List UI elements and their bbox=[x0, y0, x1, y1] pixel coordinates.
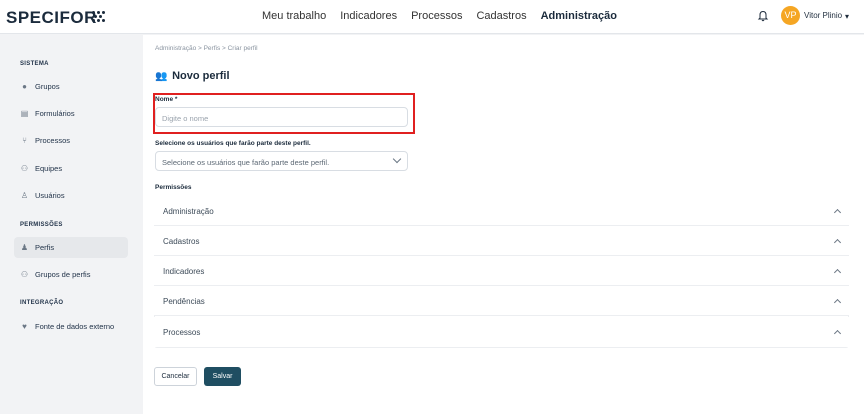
chevron-up-icon[interactable] bbox=[833, 298, 842, 307]
sidebar-section-permissoes: PERMISSÕES bbox=[20, 222, 63, 228]
sidebar-item-equipes[interactable]: ⚇ Equipes bbox=[14, 158, 128, 179]
users-select-placeholder: Selecione os usuários que farão parte de… bbox=[162, 158, 330, 167]
sidebar-item-label: Processos bbox=[35, 136, 71, 145]
name-label: Nome * bbox=[155, 96, 178, 103]
sidebar-item-label: Grupos de perfis bbox=[35, 270, 91, 279]
name-input[interactable]: Digite o nome bbox=[155, 107, 408, 127]
users-label: Selecione os usuários que farão parte de… bbox=[155, 140, 311, 147]
sidebar-item-usuarios[interactable]: ♙ Usuários bbox=[14, 185, 128, 206]
user-name[interactable]: Vitor Plinio bbox=[804, 11, 842, 20]
profiles-group-icon: ⚇ bbox=[20, 270, 29, 279]
nav-administracao[interactable]: Administração bbox=[541, 10, 617, 22]
nav-processos[interactable]: Processos bbox=[411, 10, 462, 22]
permissions-label: Permissões bbox=[155, 184, 192, 191]
nav-indicadores[interactable]: Indicadores bbox=[340, 10, 397, 22]
sidebar-item-label: Formulários bbox=[35, 109, 75, 118]
main-nav: Meu trabalho Indicadores Processos Cadas… bbox=[262, 10, 617, 22]
chevron-up-icon[interactable] bbox=[833, 329, 842, 338]
chevron-down-icon bbox=[392, 154, 402, 164]
chevron-up-icon[interactable] bbox=[833, 208, 842, 217]
sidebar-item-grupos-de-perfis[interactable]: ⚇ Grupos de perfis bbox=[14, 264, 128, 285]
flow-icon: ⑂ bbox=[22, 136, 27, 145]
accordion-item-administracao[interactable]: Administração bbox=[154, 196, 849, 226]
users-select[interactable]: Selecione os usuários que farão parte de… bbox=[155, 151, 408, 171]
sidebar-item-perfis[interactable]: ♟ Perfis bbox=[14, 237, 128, 258]
sidebar-item-label: Fonte de dados externo bbox=[35, 322, 115, 331]
accordion-item-label: Processos bbox=[163, 328, 201, 337]
sidebar: SISTEMA ● Grupos ▤ Formulários ⑂ Process… bbox=[0, 35, 143, 414]
breadcrumb[interactable]: Administração > Perfis > Criar perfil bbox=[155, 45, 258, 52]
save-button[interactable]: Salvar bbox=[204, 367, 241, 386]
sidebar-section-integracao: INTEGRAÇÃO bbox=[20, 300, 64, 306]
main-content: Administração > Perfis > Criar perfil 👥 … bbox=[143, 35, 864, 414]
chevron-up-icon[interactable] bbox=[833, 238, 842, 247]
accordion-item-cadastros[interactable]: Cadastros bbox=[154, 226, 849, 256]
bell-icon[interactable] bbox=[757, 10, 769, 22]
avatar[interactable]: VP bbox=[781, 6, 800, 25]
chevron-up-icon[interactable] bbox=[833, 268, 842, 277]
sidebar-item-label: Equipes bbox=[35, 164, 63, 173]
team-icon: ⚇ bbox=[20, 164, 29, 173]
sidebar-item-label: Perfis bbox=[35, 243, 55, 252]
page-title-text: Novo perfil bbox=[172, 70, 230, 82]
top-navbar: SPECIFOR Meu trabalho Indicadores Proces… bbox=[0, 0, 864, 34]
nav-meu-trabalho[interactable]: Meu trabalho bbox=[262, 10, 326, 22]
accordion-item-label: Pendências bbox=[163, 297, 205, 306]
profile-icon: ♟ bbox=[20, 243, 29, 252]
profile-icon: 👥 bbox=[155, 71, 168, 82]
nav-cadastros[interactable]: Cadastros bbox=[476, 10, 526, 22]
accordion-item-label: Cadastros bbox=[163, 237, 200, 246]
plug-icon: ♥ bbox=[22, 322, 27, 331]
sidebar-item-label: Usuários bbox=[35, 191, 65, 200]
user-icon: ♙ bbox=[20, 191, 29, 200]
sidebar-item-label: Grupos bbox=[35, 82, 60, 91]
accordion-item-label: Indicadores bbox=[163, 267, 205, 276]
sidebar-section-sistema: SISTEMA bbox=[20, 61, 49, 67]
logo-dots-icon bbox=[92, 11, 106, 22]
app-logo[interactable]: SPECIFOR bbox=[6, 8, 97, 28]
sidebar-item-fonte-de-dados[interactable]: ♥ Fonte de dados externo bbox=[14, 316, 128, 337]
accordion-item-pendencias[interactable]: Pendências bbox=[154, 286, 849, 316]
accordion-item-indicadores[interactable]: Indicadores bbox=[154, 256, 849, 286]
tag-icon: ● bbox=[22, 82, 27, 91]
chevron-down-icon[interactable]: ▾ bbox=[845, 12, 849, 21]
clipboard-icon: ▤ bbox=[20, 109, 29, 118]
page-title: 👥 Novo perfil bbox=[155, 70, 230, 82]
sidebar-item-grupos[interactable]: ● Grupos bbox=[14, 76, 128, 97]
sidebar-item-processos[interactable]: ⑂ Processos bbox=[14, 130, 128, 151]
sidebar-item-formularios[interactable]: ▤ Formulários bbox=[14, 103, 128, 124]
name-input-placeholder: Digite o nome bbox=[162, 114, 209, 123]
accordion-item-label: Administração bbox=[163, 207, 214, 216]
accordion-item-processos[interactable]: Processos bbox=[154, 317, 849, 347]
cancel-button[interactable]: Cancelar bbox=[154, 367, 197, 386]
